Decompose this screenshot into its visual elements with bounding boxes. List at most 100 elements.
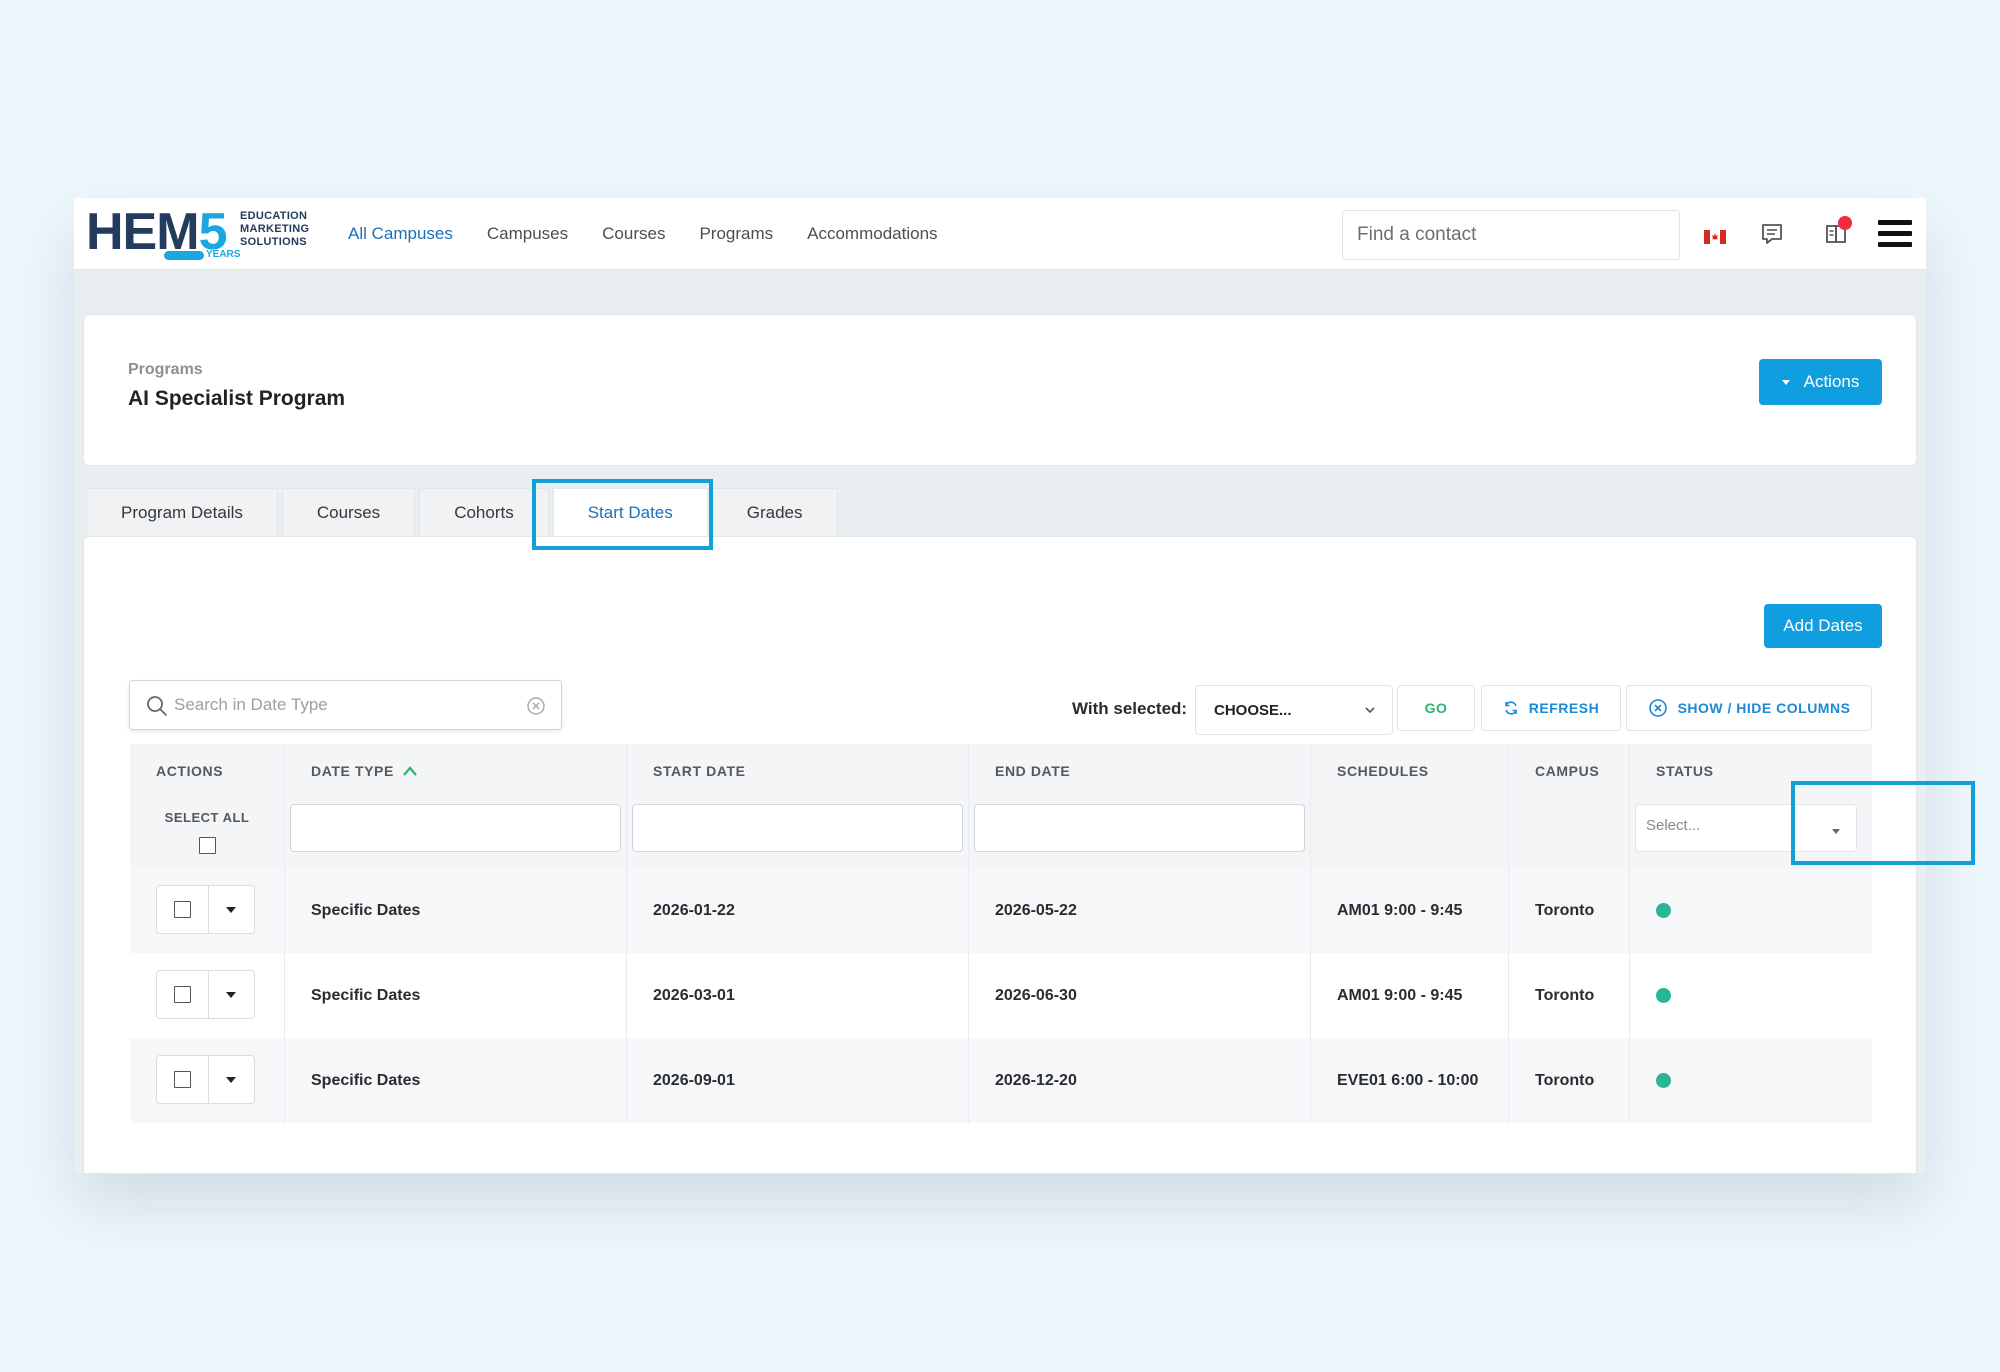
cell-schedules: EVE01 6:00 - 10:00	[1311, 1038, 1509, 1123]
filter-end-date-input[interactable]	[974, 804, 1305, 852]
nav-link-campuses[interactable]: Campuses	[487, 224, 568, 244]
find-contact-input[interactable]	[1342, 210, 1680, 260]
cell-end-date: 2026-06-30	[969, 953, 1311, 1038]
start-dates-panel: Add Dates With selected: CHOOSE... GO	[83, 536, 1917, 1174]
row-dropdown-toggle[interactable]	[209, 971, 254, 1018]
page-title: AI Specialist Program	[128, 387, 346, 410]
hamburger-menu-icon[interactable]	[1878, 220, 1912, 250]
sort-ascending-icon[interactable]	[402, 765, 418, 777]
row-action-group	[156, 1055, 255, 1104]
row-checkbox[interactable]	[173, 986, 191, 1003]
start-dates-table: ACTIONS DATE TYPE START DATE END DATE SC…	[130, 744, 1872, 1123]
cell-start-date: 2026-09-01	[627, 1038, 969, 1123]
refresh-button[interactable]: REFRESH	[1481, 685, 1621, 731]
cell-end-date: 2026-12-20	[969, 1038, 1311, 1123]
cell-campus: Toronto	[1509, 953, 1630, 1038]
select-all-checkbox[interactable]	[198, 837, 216, 854]
chat-icon[interactable]	[1758, 220, 1786, 248]
filter-start-date-input[interactable]	[632, 804, 963, 852]
row-action-group	[156, 885, 255, 934]
logo-years-bar	[164, 251, 204, 260]
caret-down-icon	[226, 1076, 237, 1083]
search-input[interactable]	[174, 681, 514, 729]
nav-link-courses[interactable]: Courses	[602, 224, 665, 244]
cell-status	[1630, 868, 1872, 953]
search-icon	[147, 696, 167, 716]
cell-campus: Toronto	[1509, 1038, 1630, 1123]
col-header-start-date[interactable]: START DATE	[627, 744, 969, 798]
filter-schedules-cell	[1311, 798, 1509, 868]
filter-date-type-cell	[285, 798, 627, 868]
tab-bar: Program Details Courses Cohorts Start Da…	[86, 488, 842, 536]
date-type-search	[129, 680, 562, 730]
clear-search-icon[interactable]	[526, 696, 546, 716]
tab-program-details[interactable]: Program Details	[86, 488, 278, 536]
filter-start-date-cell	[627, 798, 969, 868]
tab-courses[interactable]: Courses	[281, 488, 416, 536]
cell-status	[1630, 1038, 1872, 1123]
tab-cohorts[interactable]: Cohorts	[419, 488, 549, 536]
breadcrumb[interactable]: Programs	[128, 361, 203, 379]
highlight-start-dates-tab	[532, 479, 713, 550]
go-button[interactable]: GO	[1397, 685, 1475, 731]
nav-link-programs[interactable]: Programs	[699, 224, 773, 244]
cell-start-date: 2026-03-01	[627, 953, 969, 1038]
cell-start-date: 2026-01-22	[627, 868, 969, 953]
table-header: ACTIONS DATE TYPE START DATE END DATE SC…	[130, 744, 1872, 798]
program-header-card: Programs AI Specialist Program Actions	[83, 314, 1917, 466]
status-active-dot	[1656, 988, 1671, 1003]
canada-flag-icon[interactable]	[1704, 230, 1726, 244]
select-all-cell: SELECT ALL	[130, 798, 285, 868]
table-row: Specific Dates 2026-09-01 2026-12-20 EVE…	[130, 1038, 1872, 1123]
top-navbar: HEM5 EDUCATION MARKETING SOLUTIONS YEARS…	[74, 198, 1926, 270]
logo-subtitle: EDUCATION MARKETING SOLUTIONS	[240, 210, 310, 248]
cell-date-type: Specific Dates	[285, 868, 627, 953]
row-dropdown-toggle[interactable]	[209, 886, 254, 933]
cell-date-type: Specific Dates	[285, 1038, 627, 1123]
logo-years-text: YEARS	[206, 249, 241, 260]
with-selected-label: With selected:	[1072, 699, 1188, 718]
app-window: HEM5 EDUCATION MARKETING SOLUTIONS YEARS…	[74, 198, 1975, 1174]
actions-button[interactable]: Actions	[1759, 359, 1882, 405]
cell-date-type: Specific Dates	[285, 953, 627, 1038]
company-logo[interactable]: HEM5 EDUCATION MARKETING SOLUTIONS YEARS	[86, 206, 316, 266]
notification-badge	[1838, 216, 1852, 230]
row-checkbox-cell[interactable]	[157, 1056, 209, 1103]
cell-campus: Toronto	[1509, 868, 1630, 953]
col-header-actions: ACTIONS	[130, 744, 285, 798]
nav-link-accommodations[interactable]: Accommodations	[807, 224, 937, 244]
cell-end-date: 2026-05-22	[969, 868, 1311, 953]
row-checkbox-cell[interactable]	[157, 971, 209, 1018]
table-row: Specific Dates 2026-01-22 2026-05-22 AM0…	[130, 868, 1872, 953]
filter-row: SELECT ALL Select...	[130, 798, 1872, 868]
main-nav: All Campuses Campuses Courses Programs A…	[348, 198, 972, 270]
filter-campus-cell	[1509, 798, 1630, 868]
row-checkbox[interactable]	[173, 901, 191, 918]
col-header-schedules[interactable]: SCHEDULES	[1311, 744, 1509, 798]
cell-schedules: AM01 9:00 - 9:45	[1311, 953, 1509, 1038]
status-active-dot	[1656, 1073, 1671, 1088]
highlight-add-dates-button	[1791, 781, 1975, 865]
caret-down-icon	[1781, 379, 1790, 385]
chevron-down-icon	[1365, 707, 1375, 714]
row-dropdown-toggle[interactable]	[209, 1056, 254, 1103]
table-row: Specific Dates 2026-03-01 2026-06-30 AM0…	[130, 953, 1872, 1038]
col-header-campus[interactable]: CAMPUS	[1509, 744, 1630, 798]
refresh-icon	[1504, 701, 1517, 715]
cell-status	[1630, 953, 1872, 1038]
col-header-date-type[interactable]: DATE TYPE	[285, 744, 627, 798]
col-header-end-date[interactable]: END DATE	[969, 744, 1311, 798]
row-checkbox[interactable]	[173, 1071, 191, 1088]
filter-date-type-input[interactable]	[290, 804, 621, 852]
nav-link-all-campuses[interactable]: All Campuses	[348, 224, 453, 244]
tab-grades[interactable]: Grades	[711, 488, 838, 536]
status-active-dot	[1656, 903, 1671, 918]
caret-down-icon	[226, 991, 237, 998]
bulk-action-select[interactable]: CHOOSE...	[1195, 685, 1393, 735]
add-dates-button[interactable]: Add Dates	[1764, 604, 1882, 648]
close-circle-icon	[1648, 699, 1667, 717]
show-hide-columns-button[interactable]: SHOW / HIDE COLUMNS	[1626, 685, 1872, 731]
select-all-label: SELECT ALL	[164, 810, 250, 825]
caret-down-icon	[226, 906, 237, 913]
row-checkbox-cell[interactable]	[157, 886, 209, 933]
